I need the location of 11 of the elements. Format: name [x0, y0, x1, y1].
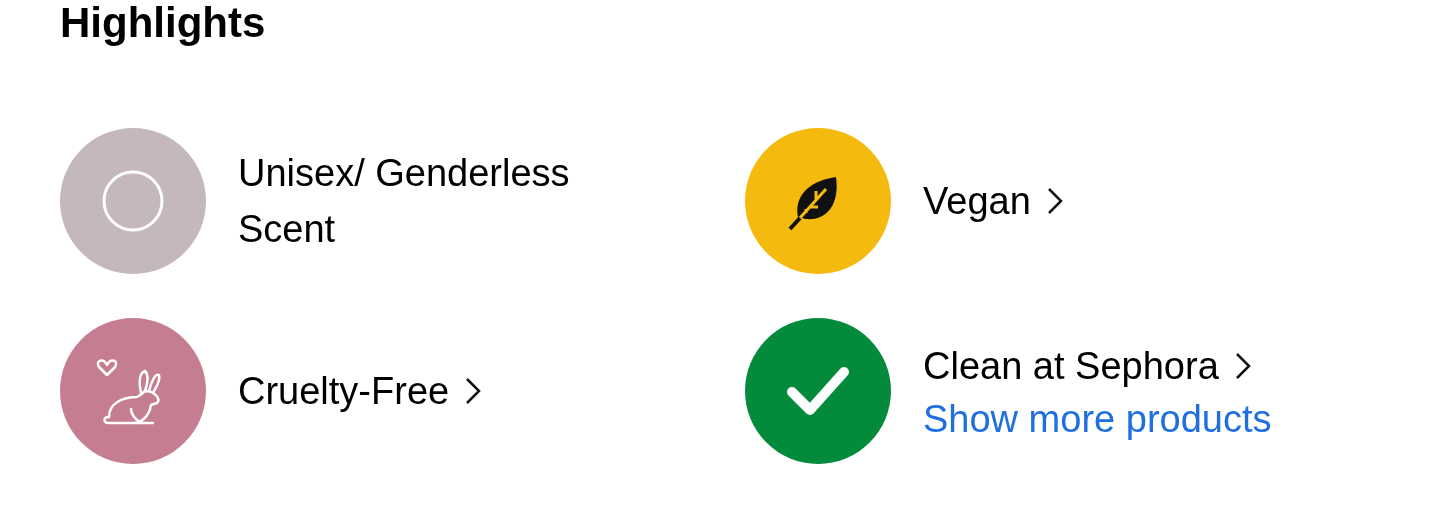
section-heading: Highlights	[60, 0, 266, 44]
highlight-link[interactable]: Clean at Sephora	[923, 338, 1251, 394]
chevron-right-icon	[1234, 352, 1251, 380]
ring-icon	[102, 170, 164, 232]
highlight-link[interactable]: Vegan	[923, 173, 1063, 229]
chevron-right-icon	[1046, 187, 1063, 215]
show-more-link[interactable]: Show more products	[923, 394, 1272, 444]
check-icon	[786, 364, 850, 418]
highlight-label: Unisex/ Genderless Scent	[238, 151, 571, 252]
chevron-right-icon	[465, 377, 482, 405]
highlight-link[interactable]: Cruelty-Free	[238, 363, 482, 419]
